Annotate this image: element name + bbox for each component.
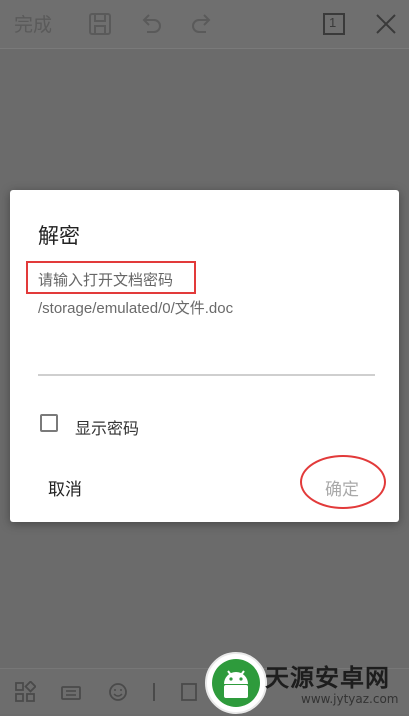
keyboard-icon[interactable] [60, 681, 82, 703]
ok-button[interactable]: 确定 [325, 475, 359, 500]
show-password-label[interactable]: 显示密码 [75, 415, 139, 439]
undo-icon[interactable] [137, 10, 165, 38]
watermark-title: 天源安卓网 [265, 664, 390, 692]
crop-icon[interactable] [178, 681, 200, 703]
redo-icon[interactable] [188, 10, 216, 38]
close-icon[interactable] [372, 10, 400, 38]
emoji-icon[interactable] [107, 681, 129, 703]
toolbar-divider [153, 683, 155, 701]
file-path: /storage/emulated/0/文件.doc [38, 300, 234, 317]
site-watermark: 天源安卓网 www.jytyaz.com [205, 652, 409, 714]
password-prompt: 请输入打开文档密码 [38, 271, 174, 289]
page-count-icon[interactable]: 1 [320, 10, 348, 38]
show-password-checkbox[interactable] [40, 414, 58, 432]
watermark-url: www.jytyaz.com [301, 692, 399, 706]
top-toolbar: 完成 1 [0, 0, 409, 49]
dialog-title: 解密 [38, 224, 80, 248]
page-number: 1 [329, 15, 337, 30]
cancel-button[interactable]: 取消 [48, 475, 82, 500]
decrypt-dialog: 解密 请输入打开文档密码 /storage/emulated/0/文件.doc … [10, 190, 399, 522]
save-icon[interactable] [86, 10, 114, 38]
layout-icon[interactable] [14, 680, 37, 703]
android-logo-icon [205, 652, 267, 714]
done-button[interactable]: 完成 [14, 10, 52, 37]
password-input[interactable] [38, 340, 375, 376]
